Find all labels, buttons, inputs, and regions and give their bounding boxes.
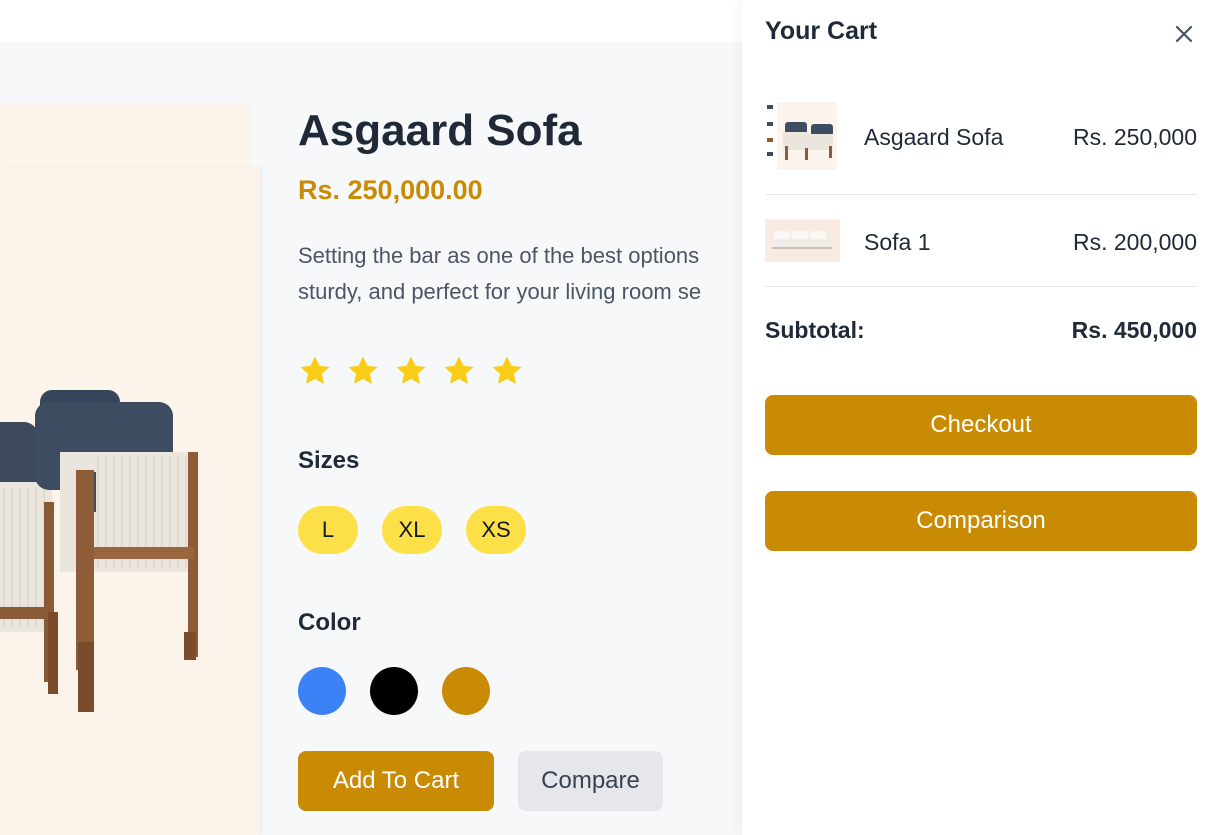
cart-drawer: Your Cart Asgaard Sofa Rs. 250,000 Sofa … [742, 0, 1219, 835]
cart-item-thumbnail [765, 219, 840, 262]
close-icon[interactable] [1172, 22, 1196, 46]
product-image [0, 390, 198, 712]
cart-item-name: Sofa 1 [864, 229, 931, 255]
color-swatch-black[interactable] [370, 667, 418, 715]
checkout-button[interactable]: Checkout [765, 395, 1197, 455]
subtotal-label: Subtotal: [765, 317, 865, 343]
color-swatch-gold[interactable] [442, 667, 490, 715]
product-description: Setting the bar as one of the best optio… [298, 238, 742, 310]
star-icon [444, 356, 474, 385]
cart-item: Sofa 1 Rs. 200,000 [765, 195, 1197, 287]
product-detail-section: Asgaard Sofa Rs. 250,000.00 Setting the … [0, 42, 742, 835]
star-icon [396, 356, 426, 385]
color-swatch-blue[interactable] [298, 667, 346, 715]
sizes-label: Sizes [298, 447, 360, 474]
cart-item-price: Rs. 200,000 [1072, 229, 1197, 255]
cart-item-thumbnail [765, 102, 837, 170]
product-title: Asgaard Sofa [298, 106, 582, 155]
cart-item-price: Rs. 250,000 [1072, 124, 1197, 150]
cart-item-name: Asgaard Sofa [864, 124, 1004, 150]
description-line: sturdy, and perfect for your living room… [298, 279, 702, 304]
star-icon [300, 356, 330, 385]
color-options [298, 667, 490, 715]
product-price: Rs. 250,000.00 [298, 175, 483, 205]
add-to-cart-button[interactable]: Add To Cart [298, 751, 494, 811]
compare-button[interactable]: Compare [518, 751, 663, 811]
star-icon [348, 356, 378, 385]
size-options: L XL XS [298, 506, 526, 554]
size-option-xs[interactable]: XS [466, 506, 526, 554]
description-line: Setting the bar as one of the best optio… [298, 243, 700, 268]
star-icon [492, 356, 522, 385]
size-option-xl[interactable]: XL [382, 506, 442, 554]
product-actions: Add To Cart Compare [298, 751, 663, 811]
rating-stars [298, 354, 524, 388]
subtotal-value: Rs. 450,000 [1071, 317, 1197, 343]
comparison-button[interactable]: Comparison [765, 491, 1197, 551]
color-label: Color [298, 609, 361, 636]
cart-title: Your Cart [765, 17, 878, 45]
cart-item: Asgaard Sofa Rs. 250,000 [765, 96, 1197, 195]
size-option-l[interactable]: L [298, 506, 358, 554]
